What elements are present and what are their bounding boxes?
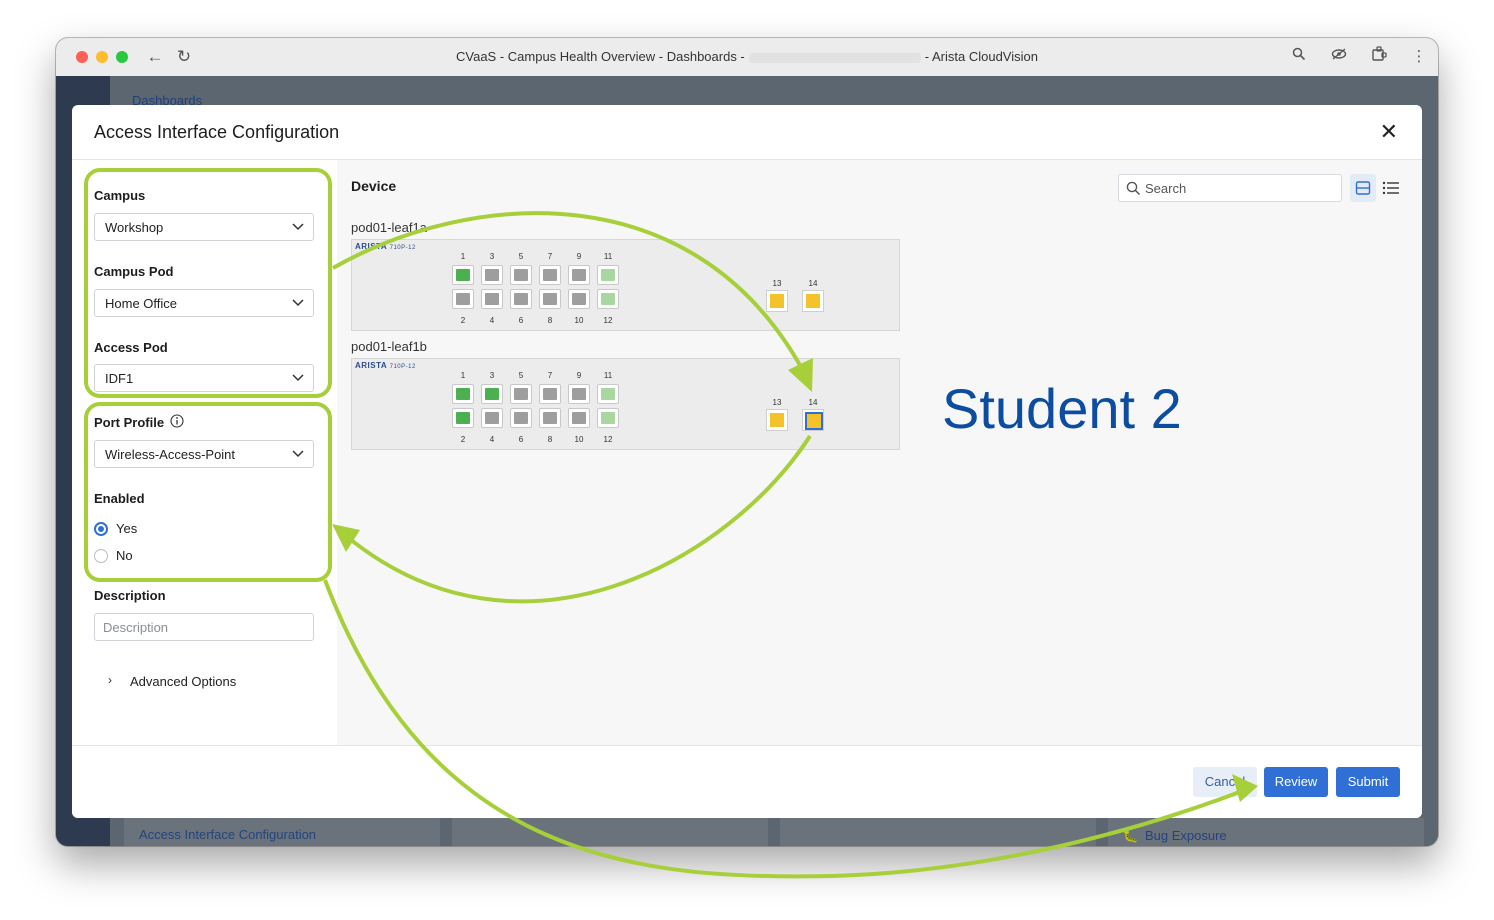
highlight-box-profile — [84, 402, 332, 582]
arrowhead — [1232, 774, 1258, 802]
arrow-to-port — [332, 211, 810, 381]
highlight-box-location — [84, 168, 332, 398]
arrowhead — [332, 524, 360, 552]
annotation-label: Student 2 — [942, 377, 1182, 440]
arrow-to-profile — [343, 434, 812, 604]
arrow-to-review — [323, 579, 1246, 879]
annotation-overlay — [84, 168, 1258, 879]
